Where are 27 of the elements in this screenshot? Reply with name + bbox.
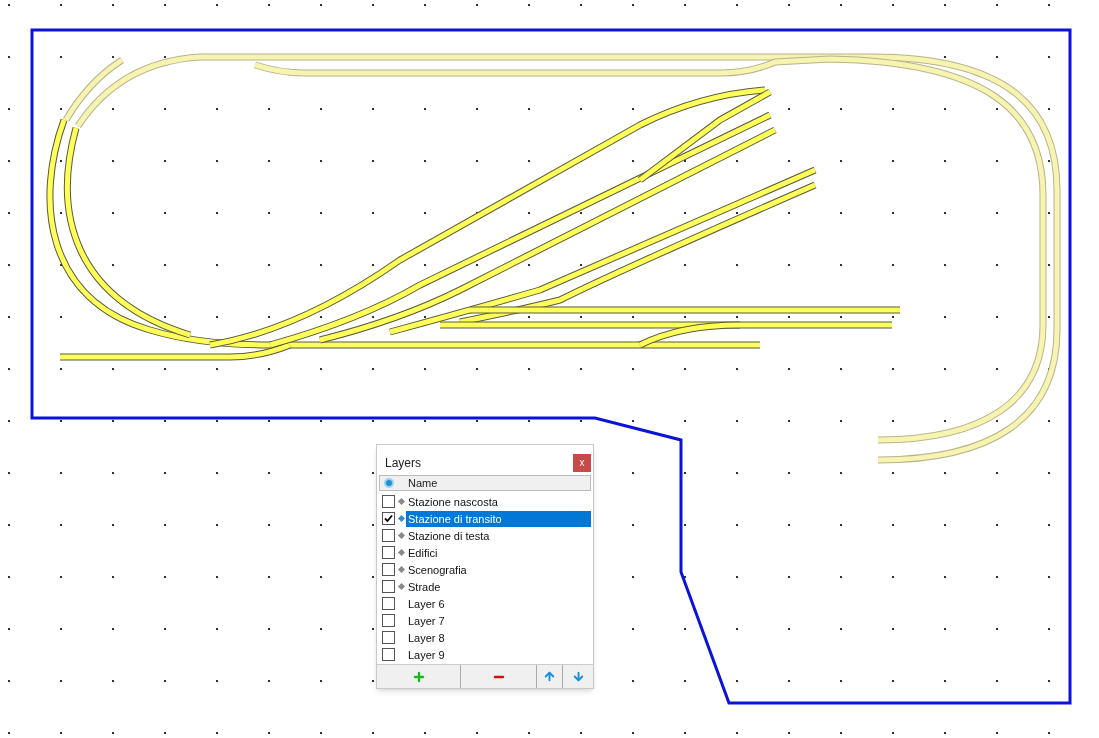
layer-item[interactable]: Layer 7	[406, 612, 591, 629]
layer-item[interactable]: Stazione di testa	[406, 527, 591, 544]
layer-checkbox[interactable]	[382, 512, 395, 525]
layer-checkbox[interactable]	[382, 631, 395, 644]
layer-item[interactable]: Scenografia	[406, 561, 591, 578]
layer-item[interactable]: Strade	[406, 578, 591, 595]
layer-checkbox[interactable]	[382, 648, 395, 661]
plus-icon	[411, 669, 426, 684]
arrow-down-icon	[571, 670, 585, 683]
layer-item[interactable]: Stazione nascosta	[406, 493, 591, 510]
layer-checkbox[interactable]	[382, 580, 395, 593]
panel-title: Layers	[385, 455, 422, 472]
layer-checkbox[interactable]	[382, 597, 395, 610]
arrow-up-icon	[543, 670, 556, 683]
column-name: Name	[408, 475, 438, 491]
layer-item[interactable]: Layer 6	[406, 595, 591, 612]
layer-checkbox[interactable]	[382, 495, 395, 508]
layer-checkbox[interactable]	[382, 614, 395, 627]
layer-item[interactable]: Layer 8	[406, 629, 591, 646]
layer-item[interactable]: Layer 9	[406, 646, 591, 663]
layer-checkbox[interactable]	[382, 529, 395, 542]
layer-checkbox[interactable]	[382, 546, 395, 559]
layer-item[interactable]: Edifici	[406, 544, 591, 561]
layer-item[interactable]: Stazione di transito	[406, 510, 591, 527]
layer-checkbox[interactable]	[382, 563, 395, 576]
close-button[interactable]: x	[573, 454, 591, 472]
visibility-icon	[384, 478, 394, 488]
